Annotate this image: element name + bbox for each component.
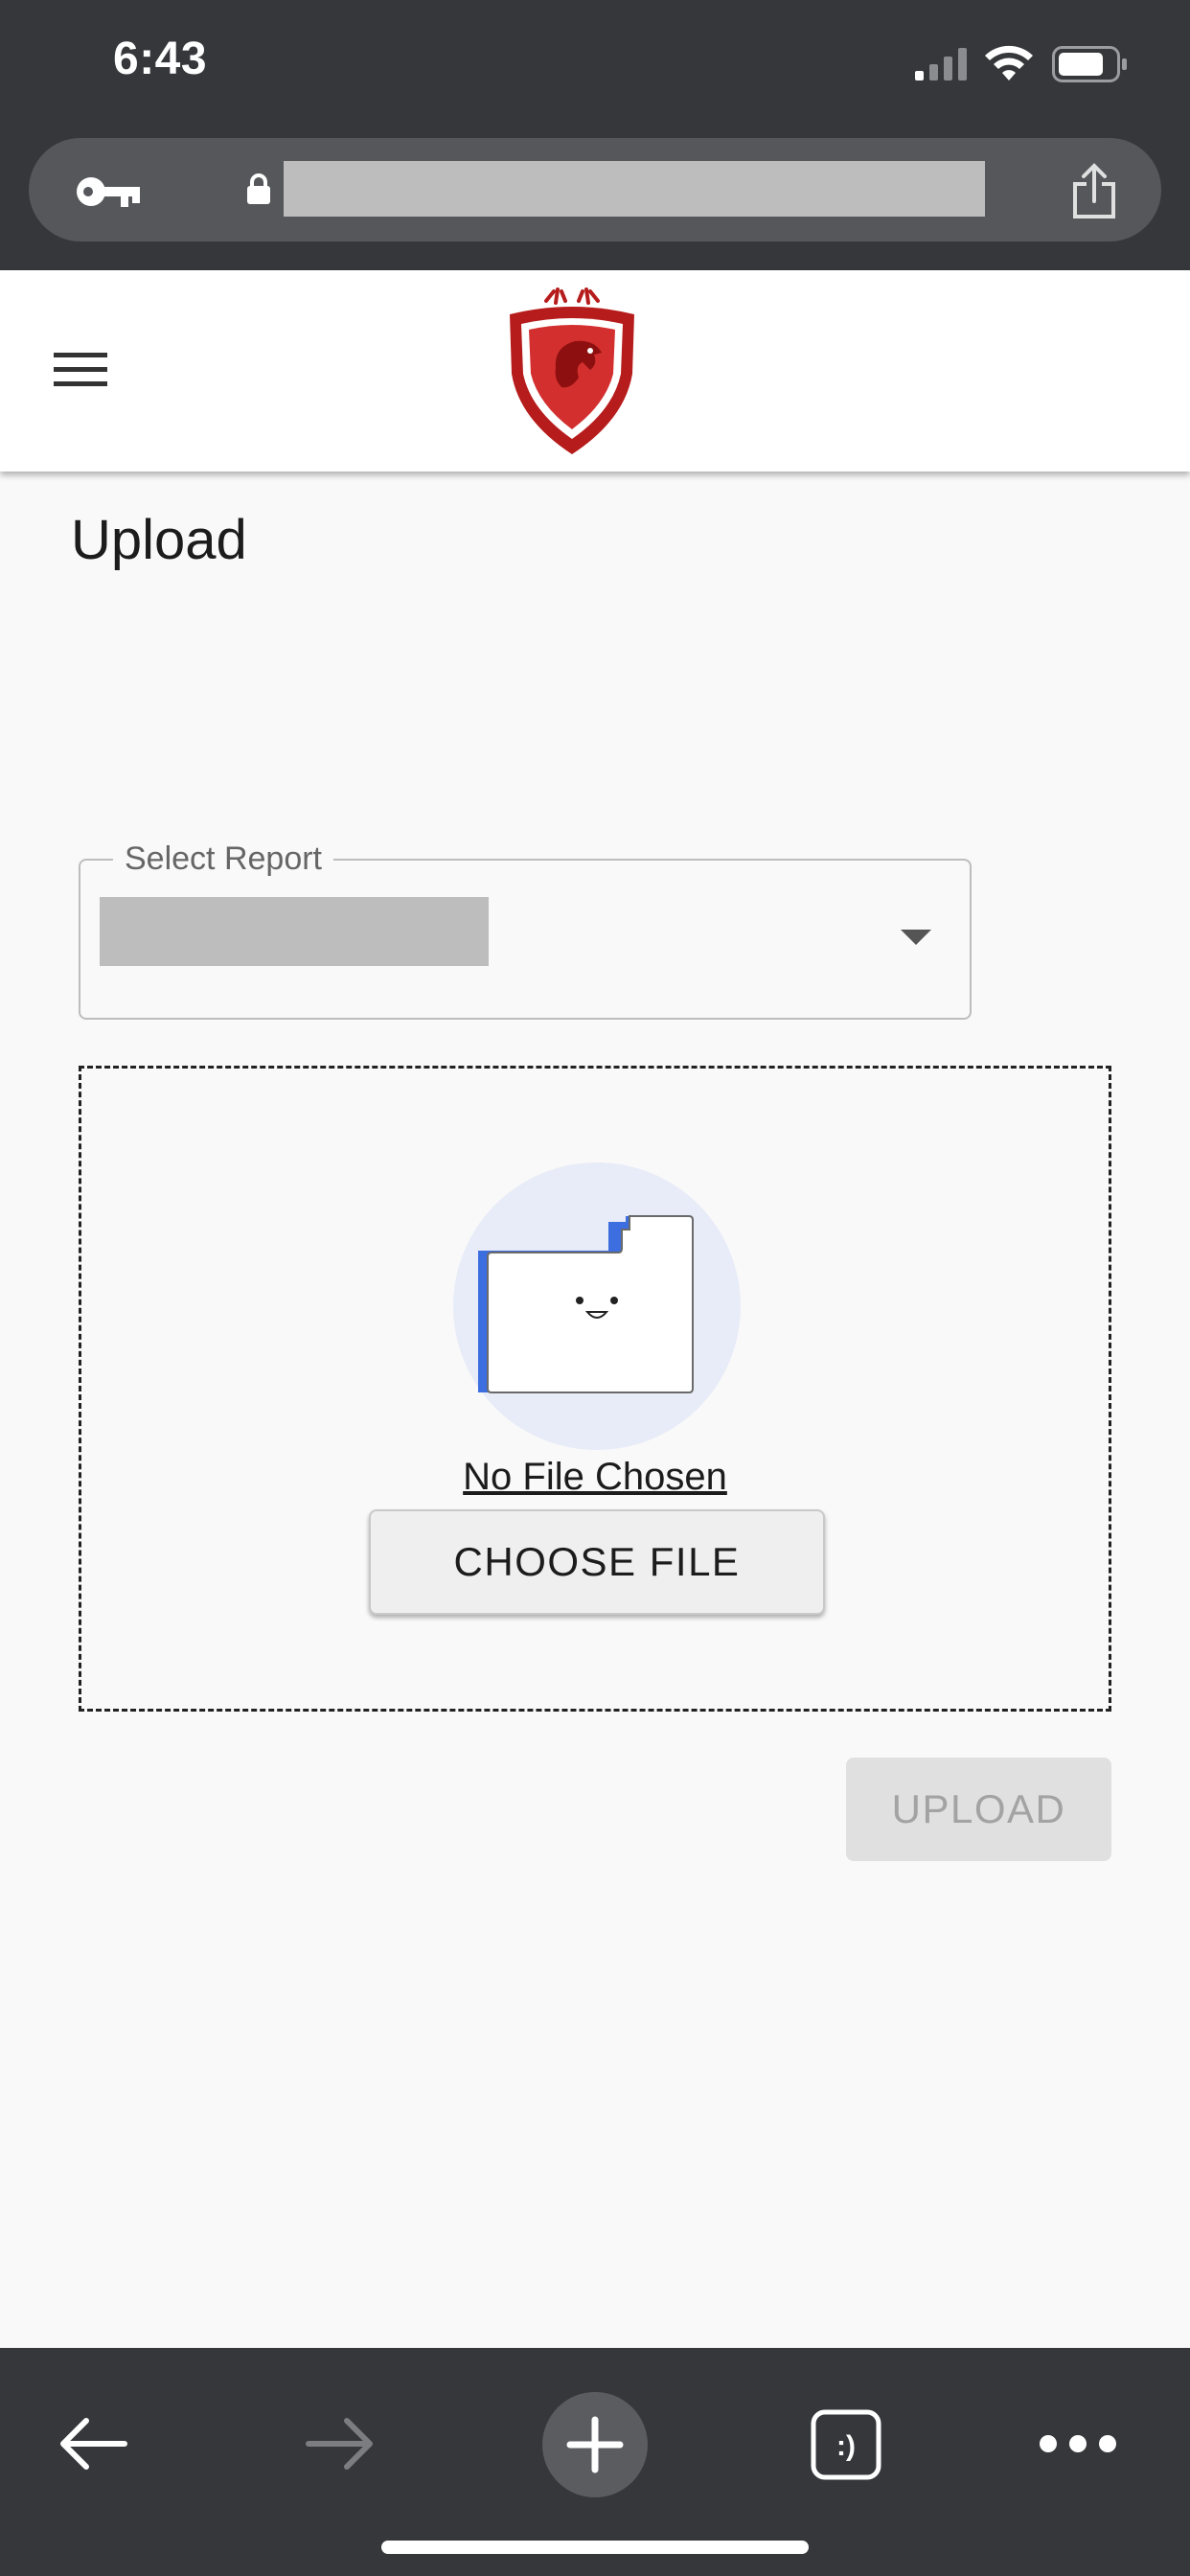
file-dropzone[interactable]: No File Chosen CHOOSE FILE bbox=[79, 1066, 1111, 1712]
page-title: Upload bbox=[71, 509, 247, 571]
select-report-value[interactable] bbox=[100, 897, 489, 966]
url-text[interactable] bbox=[284, 161, 985, 217]
tabs-count-label: :) bbox=[836, 2430, 856, 2462]
address-bar[interactable] bbox=[29, 138, 1161, 242]
battery-icon bbox=[1052, 46, 1127, 82]
browser-toolbar bbox=[0, 136, 1190, 270]
app-header bbox=[0, 270, 1190, 472]
new-tab-button[interactable] bbox=[542, 2392, 648, 2497]
key-icon[interactable] bbox=[75, 172, 142, 211]
browser-bottom-toolbar: :) bbox=[0, 2348, 1190, 2576]
select-report-label: Select Report bbox=[113, 836, 333, 882]
no-file-chosen-text: No File Chosen bbox=[463, 1456, 727, 1498]
lock-icon bbox=[247, 173, 270, 204]
status-bar: 6:43 bbox=[0, 0, 1190, 136]
upload-button[interactable]: UPLOAD bbox=[846, 1758, 1111, 1861]
eagle-shield-logo[interactable] bbox=[500, 286, 644, 458]
plus-icon bbox=[566, 2416, 624, 2473]
back-arrow-icon[interactable] bbox=[56, 2415, 128, 2472]
cellular-signal-icon bbox=[915, 48, 967, 80]
smiling-folder-illustration bbox=[453, 1162, 741, 1450]
more-icon[interactable] bbox=[1039, 2430, 1117, 2457]
share-icon[interactable] bbox=[1069, 163, 1119, 220]
home-indicator[interactable] bbox=[381, 2541, 809, 2554]
forward-arrow-icon[interactable] bbox=[305, 2415, 378, 2472]
select-report-dropdown[interactable]: Select Report bbox=[79, 836, 972, 1020]
chevron-down-icon[interactable] bbox=[901, 930, 931, 945]
wifi-icon bbox=[985, 45, 1033, 80]
tabs-icon[interactable]: :) bbox=[811, 2409, 881, 2480]
choose-file-button[interactable]: CHOOSE FILE bbox=[369, 1509, 825, 1615]
status-time: 6:43 bbox=[113, 34, 208, 84]
hamburger-menu-icon[interactable] bbox=[52, 349, 109, 391]
